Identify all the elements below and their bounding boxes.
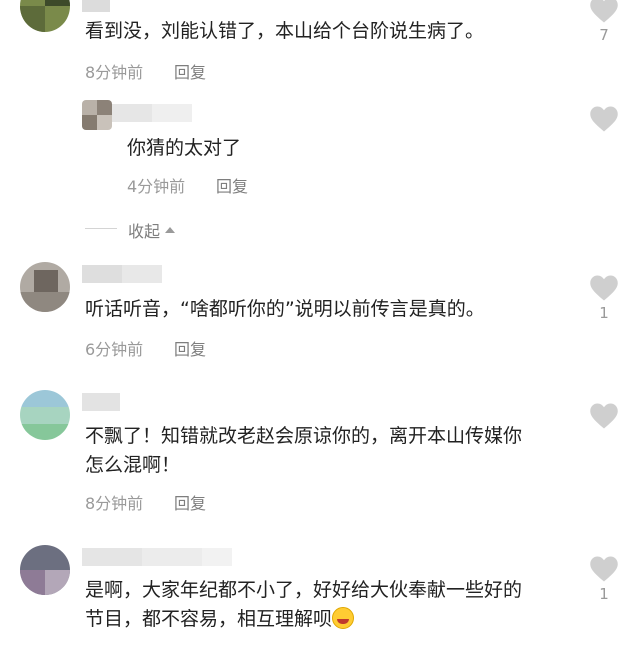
comment-time: 4分钟前 [127, 177, 186, 196]
comment-text: 你猜的太对了 [127, 137, 242, 159]
reply-button[interactable]: 回复 [174, 340, 206, 360]
heart-icon[interactable] [589, 105, 619, 133]
rofl-emoji-icon [332, 607, 355, 629]
avatar[interactable] [20, 0, 70, 32]
heart-icon[interactable] [589, 274, 619, 302]
avatar[interactable] [20, 262, 70, 312]
comment-text-line2: 节目，都不容易，相互理解呗 [85, 608, 333, 630]
username-blurred[interactable] [82, 393, 120, 411]
comment-text: 听话听音，“啥都听你的”说明以前传言是真的。 [85, 298, 485, 320]
comment-text-line2-wrap: 节目，都不容易，相互理解呗 [85, 604, 355, 634]
caret-up-icon [165, 227, 176, 233]
heart-icon[interactable] [589, 555, 619, 583]
comment-time: 8分钟前 [85, 63, 144, 82]
reply-button[interactable]: 回复 [174, 494, 206, 514]
reply-button[interactable]: 回复 [174, 63, 206, 83]
heart-icon[interactable] [589, 402, 619, 430]
username-blurred[interactable] [82, 0, 110, 12]
comment-time: 6分钟前 [85, 340, 144, 359]
collapse-button[interactable]: 收起 [128, 218, 176, 242]
username-blurred[interactable] [82, 265, 162, 283]
comment-text: 看到没，刘能认错了，本山给个台阶说生病了。 [85, 20, 485, 42]
like-count: 1 [599, 585, 609, 603]
like-count: 7 [599, 26, 609, 44]
comment-text-line1: 不飘了！知错就改老赵会原谅你的，离开本山传媒你 [85, 425, 523, 447]
username-blurred[interactable] [82, 548, 232, 566]
avatar[interactable] [20, 545, 70, 595]
avatar[interactable] [20, 390, 70, 440]
like-count: 1 [599, 304, 609, 322]
comment-text-line1: 是啊，大家年纪都不小了，好好给大伙奉献一些好的 [85, 579, 523, 601]
reply-button[interactable]: 回复 [216, 177, 248, 197]
comment-text-line2: 怎么混啊！ [85, 454, 181, 476]
heart-icon[interactable] [589, 0, 619, 24]
collapse-label: 收起 [128, 222, 161, 241]
comment-time: 8分钟前 [85, 494, 144, 513]
collapse-divider [85, 228, 117, 229]
username-blurred[interactable] [112, 104, 192, 122]
avatar[interactable] [82, 100, 112, 130]
